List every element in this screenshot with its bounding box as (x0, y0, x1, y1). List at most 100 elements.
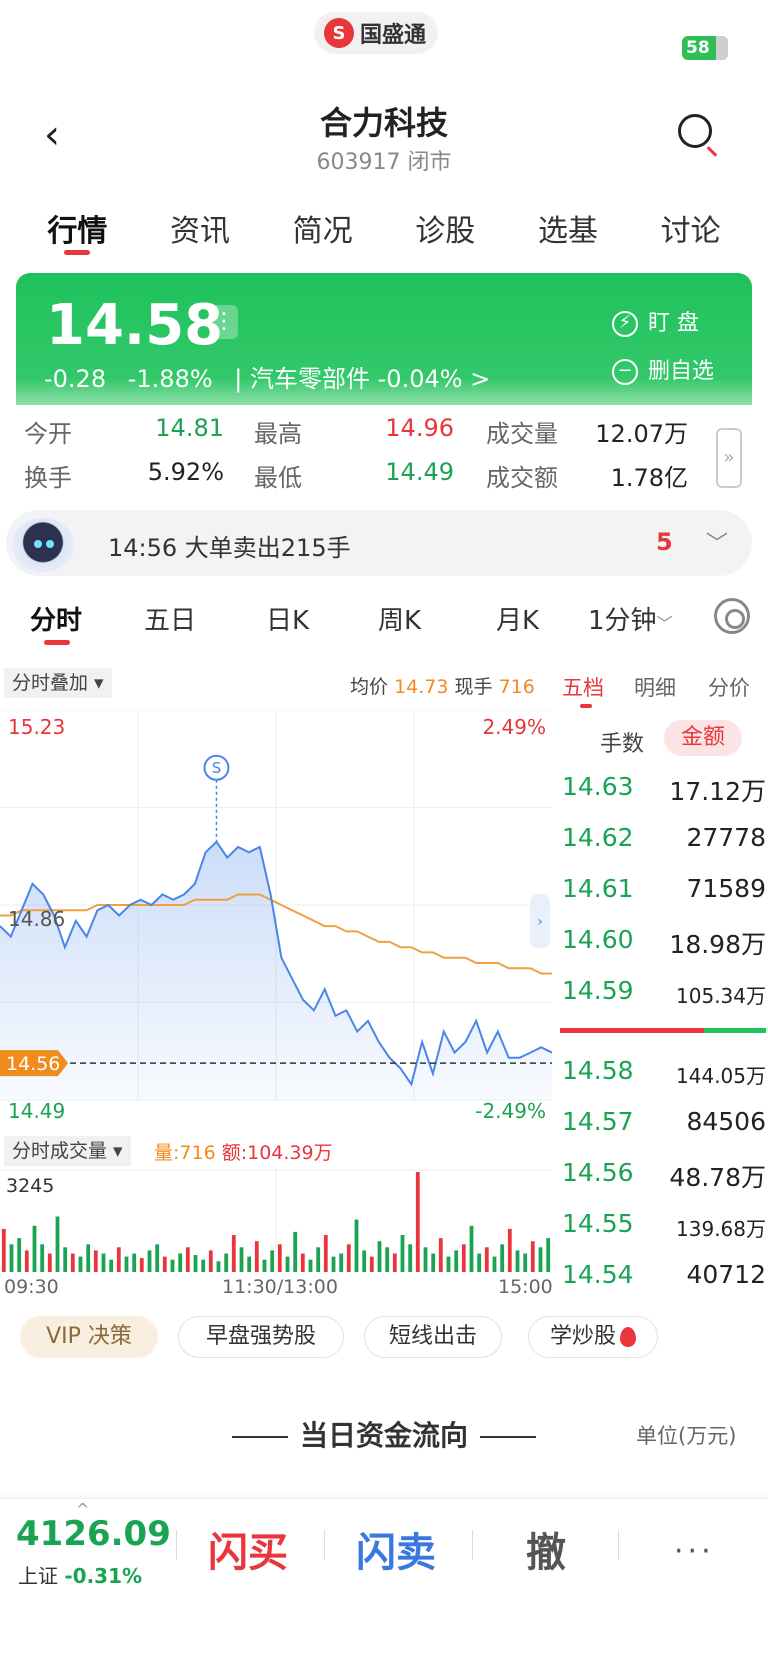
tab-details[interactable]: 明细 (634, 672, 676, 702)
battery-empty-part (716, 36, 728, 60)
tab-daily-k[interactable]: 日K (266, 600, 309, 637)
sector-link[interactable]: | 汽车零部件 -0.04% > (234, 365, 490, 393)
sell-signal-marker[interactable]: S (203, 754, 230, 842)
ask-price: 14.61 (562, 874, 634, 903)
more-options-icon[interactable]: ··· (674, 1534, 715, 1569)
volume-bar (208, 1250, 213, 1272)
stat-label: 换手 (24, 464, 72, 492)
volume-bar (431, 1253, 436, 1272)
heading-line-right (480, 1436, 536, 1438)
volume-bar (316, 1247, 321, 1272)
stat-value: 5.92% (147, 458, 224, 486)
short-term-link[interactable]: 短线出击 (364, 1316, 502, 1358)
chevron-down-icon[interactable]: ﹀ (706, 526, 728, 558)
tab-quote[interactable]: 行情 (22, 206, 132, 255)
tab-intraday[interactable]: 分时 (30, 600, 82, 645)
tab-diagnosis[interactable]: 诊股 (390, 206, 500, 250)
volume-bar (247, 1256, 252, 1272)
remove-favorite-button[interactable]: − 删自选 (612, 353, 714, 385)
y-min-label: 14.49 (8, 1099, 65, 1123)
volume-chart: 3245 (0, 1168, 552, 1274)
bid-volume: 40712 (686, 1260, 766, 1289)
volume-bar (162, 1256, 167, 1272)
volume-bar (369, 1256, 374, 1272)
stock-name: 合力科技 (319, 104, 448, 142)
orderbook-qty-toggle[interactable]: 手数 (600, 726, 644, 758)
price-change-row: -0.28 -1.88% | 汽车零部件 -0.04% > (44, 359, 504, 394)
volume-bar (270, 1250, 275, 1272)
stat-label: 最低 (254, 464, 302, 492)
settings-gear-icon[interactable] (714, 598, 750, 634)
flash-buy-button[interactable]: 闪买 (208, 1520, 288, 1578)
volume-bar (47, 1253, 52, 1272)
quote-card: 14.58 ⋮ -0.28 -1.88% | 汽车零部件 -0.04% > ⚡ 盯… (16, 273, 752, 405)
volume-bar (423, 1247, 428, 1272)
volume-bar (277, 1244, 282, 1272)
volume-bar (538, 1247, 543, 1272)
volume-bar (124, 1256, 129, 1272)
volume-bar (454, 1250, 459, 1272)
alert-count-badge: 5 (656, 528, 673, 556)
chevron-right-icon: › (537, 914, 543, 930)
bid-volume: 139.68万 (676, 1217, 766, 1241)
current-price: 14.58 (46, 293, 224, 358)
tab-one-minute-label: 1分钟 (588, 606, 657, 636)
tab-discussion[interactable]: 讨论 (636, 206, 746, 250)
tab-weekly-k[interactable]: 周K (378, 600, 421, 637)
volume-bar (346, 1244, 351, 1272)
battery-indicator: 58 (682, 36, 728, 60)
tab-five-levels[interactable]: 五档 (562, 672, 604, 708)
signal-letter: S (212, 759, 222, 777)
intraday-price-chart[interactable]: 15.23 14.86 14.49 2.49% -2.49% 14.56 S › (0, 710, 552, 1130)
expand-stats-icon[interactable]: » (716, 428, 742, 488)
volume-selector[interactable]: 分时成交量 ▾ (4, 1136, 131, 1166)
volume-bar (400, 1235, 405, 1272)
tab-one-minute[interactable]: 1分钟﹀ (588, 600, 673, 637)
bid-price: 14.58 (562, 1056, 634, 1085)
capital-flow-unit: 单位(万元) (636, 1424, 737, 1448)
volume-bar (32, 1225, 37, 1272)
ask-volume: 27778 (686, 823, 766, 852)
volume-bar (484, 1247, 489, 1272)
cancel-order-button[interactable]: 撤 (526, 1520, 566, 1578)
volume-bar (231, 1235, 236, 1272)
tab-five-day[interactable]: 五日 (144, 600, 196, 637)
search-icon[interactable] (678, 114, 712, 148)
learn-trading-link[interactable]: 学炒股 (528, 1316, 658, 1358)
volume-bar (201, 1259, 206, 1272)
index-value[interactable]: 4126.09 (16, 1514, 171, 1554)
volume-bar (308, 1259, 313, 1272)
tab-funds[interactable]: 选基 (513, 206, 623, 250)
last-price-tag-text: 14.56 (6, 1053, 60, 1075)
avg-price-readout: 均价 14.73 现手 716 (350, 672, 535, 699)
minus-circle-icon: − (612, 359, 638, 385)
volume-bar (1, 1228, 6, 1272)
volume-bar (109, 1259, 114, 1272)
tab-price-dist[interactable]: 分价 (708, 672, 750, 702)
ask-price: 14.60 (562, 925, 634, 954)
volume-bar (55, 1216, 60, 1272)
tab-news[interactable]: 资讯 (145, 206, 255, 250)
overlay-selector[interactable]: 分时叠加 ▾ (4, 668, 112, 698)
flash-sell-button[interactable]: 闪卖 (356, 1520, 436, 1578)
more-vertical-icon[interactable]: ⋮ (210, 305, 238, 339)
price-change-pct: -1.88% (127, 365, 213, 393)
capital-flow-title: 当日资金流向 (299, 1419, 468, 1452)
quick-links: VIP 决策 早盘强势股 短线出击 学炒股 (20, 1316, 768, 1358)
avg-label: 均价 (350, 676, 389, 698)
tab-profile[interactable]: 简况 (268, 206, 378, 250)
volume-bar (101, 1253, 106, 1272)
orderbook-amount-toggle[interactable]: 金额 (664, 720, 742, 756)
tab-monthly-k[interactable]: 月K (496, 600, 539, 637)
vip-decision-link[interactable]: VIP 决策 (20, 1316, 158, 1358)
volume-bar (132, 1253, 137, 1272)
volume-bar (530, 1241, 535, 1272)
hand-value: 716 (498, 676, 535, 698)
strong-stocks-link[interactable]: 早盘强势股 (178, 1316, 344, 1358)
volume-bar (262, 1259, 267, 1272)
watch-button[interactable]: ⚡ 盯 盘 (612, 305, 699, 337)
volume-bar (193, 1255, 198, 1272)
volume-bar (170, 1259, 175, 1272)
ask-volume: 105.34万 (676, 984, 766, 1008)
stat-label: 最高 (254, 420, 302, 448)
